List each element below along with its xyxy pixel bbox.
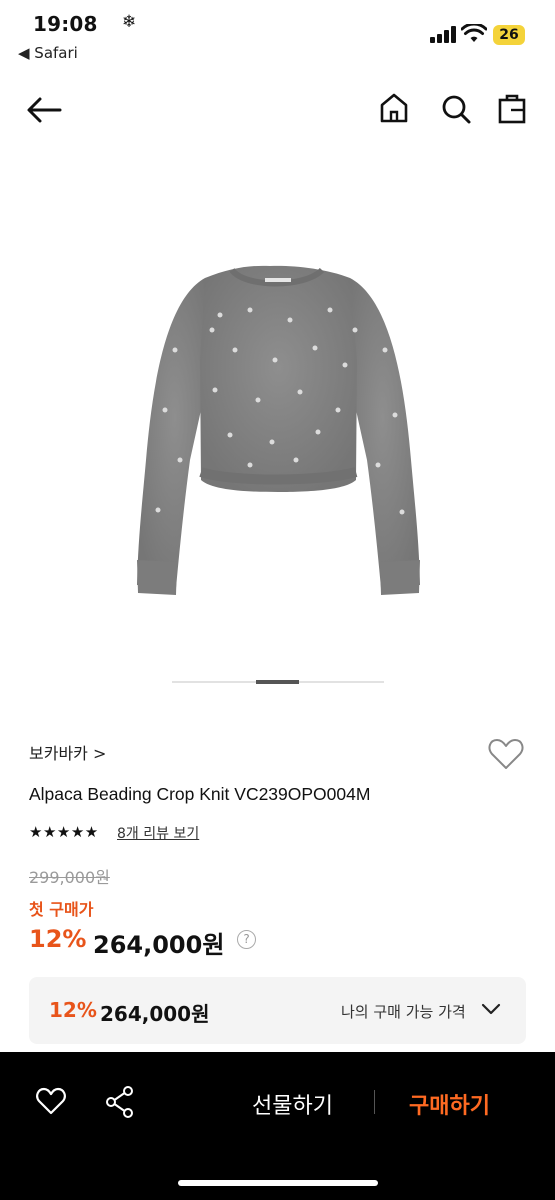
product-page: 19:08 ❄ ◀ Safari 26 보카바카 > Alpaca Beadin… <box>0 0 555 1200</box>
first-purchase-label: 첫 구매가 <box>29 900 94 919</box>
bottom-action-bar: 선물하기 구매하기 <box>0 1052 555 1200</box>
product-image-sweater[interactable] <box>0 160 555 670</box>
gift-button[interactable]: 선물하기 <box>252 1088 333 1120</box>
back-to-safari-link[interactable]: ◀ Safari <box>18 44 78 62</box>
snowflake-icon: ❄ <box>122 12 137 32</box>
discount-percent: 12% <box>29 925 87 953</box>
review-link[interactable]: 8개 리뷰 보기 <box>117 823 199 843</box>
my-price-value: 264,000원 <box>100 1002 210 1026</box>
my-price-label: 나의 구매 가능 가격 <box>341 1003 466 1021</box>
my-price-discount: 12% <box>49 998 97 1022</box>
image-pager-indicator[interactable] <box>256 680 299 684</box>
sale-price: 264,000원 <box>93 931 225 959</box>
shopping-bag-icon[interactable] <box>497 90 529 126</box>
chevron-down-icon <box>481 1003 501 1015</box>
search-icon[interactable] <box>440 90 472 126</box>
status-bar: 19:08 ❄ ◀ Safari 26 <box>0 0 555 70</box>
home-icon[interactable] <box>378 90 410 126</box>
original-price: 299,000원 <box>29 868 110 887</box>
wifi-icon <box>461 24 487 42</box>
back-arrow-icon[interactable] <box>24 90 64 130</box>
like-heart-icon[interactable] <box>35 1086 67 1116</box>
cellular-signal-icon <box>430 26 456 43</box>
home-indicator <box>178 1180 378 1186</box>
bar-divider <box>374 1090 375 1114</box>
wishlist-heart-icon[interactable] <box>487 736 525 772</box>
rating-stars: ★★★★★ <box>29 823 99 841</box>
my-price-dropdown[interactable]: 12% 264,000원 나의 구매 가능 가격 <box>29 977 526 1044</box>
status-time: 19:08 <box>33 12 98 36</box>
buy-button[interactable]: 구매하기 <box>409 1088 490 1120</box>
product-title: Alpaca Beading Crop Knit VC239OPO004M <box>29 784 371 804</box>
share-icon[interactable] <box>104 1085 136 1119</box>
brand-link[interactable]: 보카바카 > <box>29 740 106 764</box>
battery-indicator: 26 <box>493 25 525 45</box>
price-help-icon[interactable]: ? <box>237 930 256 949</box>
